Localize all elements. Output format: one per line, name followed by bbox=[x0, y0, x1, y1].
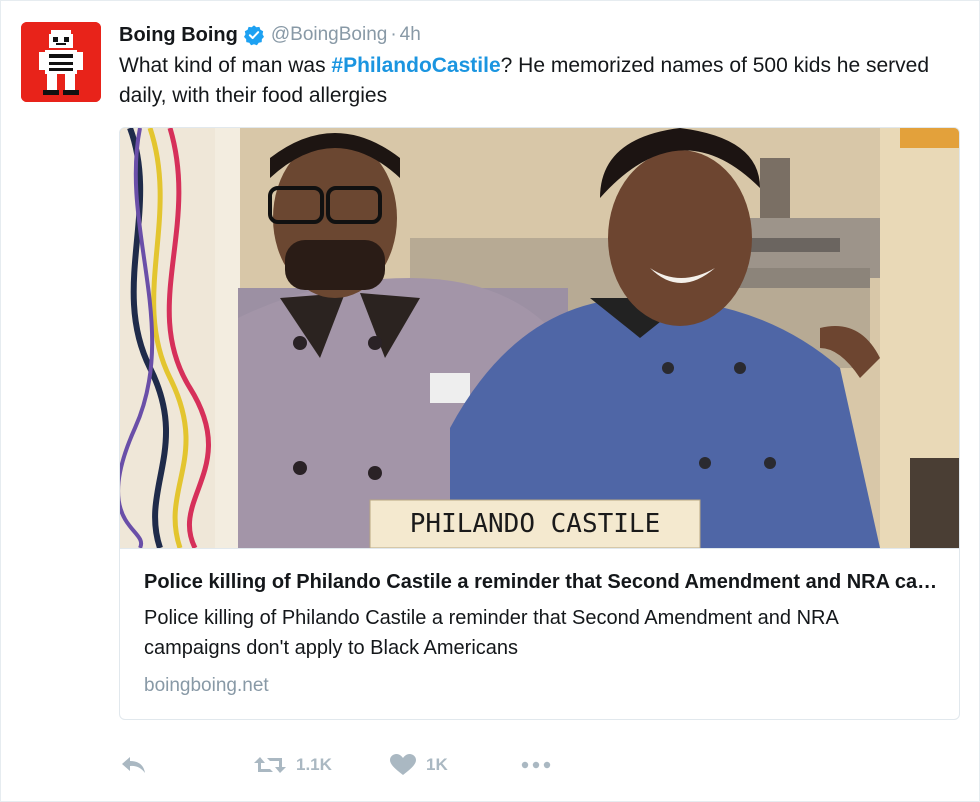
tweet-text-before: What kind of man was bbox=[119, 54, 332, 77]
link-card[interactable]: PHILANDO CASTILE Police killing of Phila… bbox=[119, 127, 960, 720]
verified-badge-icon bbox=[243, 25, 264, 46]
header-separator: · bbox=[390, 24, 397, 45]
tweet-text: What kind of man was #PhilandoCastile? H… bbox=[119, 51, 959, 111]
heart-icon bbox=[390, 754, 416, 775]
card-photo-image: PHILANDO CASTILE bbox=[120, 128, 959, 548]
card-title[interactable]: Police killing of Philando Castile a rem… bbox=[144, 571, 944, 594]
card-description: Police killing of Philando Castile a rem… bbox=[144, 607, 838, 659]
like-button[interactable]: 1K bbox=[389, 749, 448, 781]
reply-icon bbox=[122, 757, 145, 773]
like-count: 1K bbox=[426, 755, 448, 774]
tweet-timestamp[interactable]: 4h bbox=[400, 24, 421, 46]
author-name[interactable]: Boing Boing bbox=[119, 24, 238, 47]
author-handle[interactable]: @BoingBoing bbox=[271, 24, 387, 46]
tweet-header: Boing Boing @BoingBoing · 4h bbox=[119, 21, 421, 49]
card-domain[interactable]: boingboing.net bbox=[144, 675, 269, 697]
hashtag-link[interactable]: #PhilandoCastile bbox=[331, 54, 500, 77]
card-body[interactable]: Police killing of Philando Castile a rem… bbox=[120, 548, 959, 719]
card-photo[interactable]: PHILANDO CASTILE bbox=[120, 128, 959, 548]
photo-caption: PHILANDO CASTILE bbox=[410, 509, 660, 539]
retweet-icon bbox=[254, 757, 286, 773]
tweet-actions: 1.1K 1K bbox=[119, 749, 579, 781]
retweet-button[interactable]: 1.1K bbox=[253, 749, 332, 781]
reply-button[interactable] bbox=[119, 749, 149, 781]
more-button[interactable] bbox=[519, 749, 553, 781]
boing-boing-logo-icon bbox=[21, 22, 101, 102]
more-icon bbox=[521, 761, 551, 769]
avatar[interactable] bbox=[21, 22, 101, 102]
tweet[interactable]: Boing Boing @BoingBoing · 4h What kind o… bbox=[0, 0, 980, 802]
retweet-count: 1.1K bbox=[296, 755, 332, 774]
